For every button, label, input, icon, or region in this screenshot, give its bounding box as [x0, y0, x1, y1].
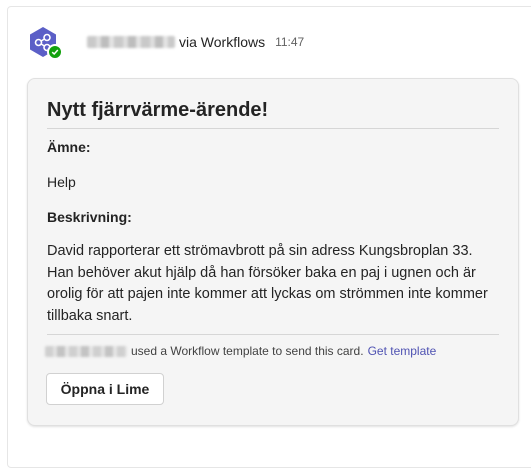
subject-label: Ämne:: [47, 139, 91, 155]
adaptive-card: Nytt fjärrvärme-ärende! Ämne: Help Beskr…: [27, 78, 519, 426]
title-divider: [47, 128, 499, 129]
description-value: David rapporterar ett strömavbrott på si…: [47, 243, 488, 324]
avatar[interactable]: [27, 26, 63, 60]
card-footer: used a Workflow template to send this ca…: [45, 344, 436, 358]
check-icon: [51, 49, 59, 56]
description-label: Beskrivning:: [47, 209, 132, 225]
card-title: Nytt fjärrvärme-ärende!: [47, 99, 269, 121]
message-timestamp: 11:47: [275, 35, 305, 49]
open-in-lime-button[interactable]: Öppna i Lime: [46, 373, 164, 405]
sender-name-redacted[interactable]: [87, 36, 175, 48]
subject-value: Help: [47, 174, 76, 190]
available-status-badge: [47, 44, 63, 60]
get-template-link[interactable]: Get template: [368, 344, 437, 358]
via-workflows-text: via Workflows: [179, 34, 266, 50]
footer-text: used a Workflow template to send this ca…: [131, 344, 364, 358]
sender-name-redacted-footer: [45, 345, 127, 357]
message-header: via Workflows 11:47: [27, 26, 305, 60]
footer-divider: [47, 334, 499, 335]
